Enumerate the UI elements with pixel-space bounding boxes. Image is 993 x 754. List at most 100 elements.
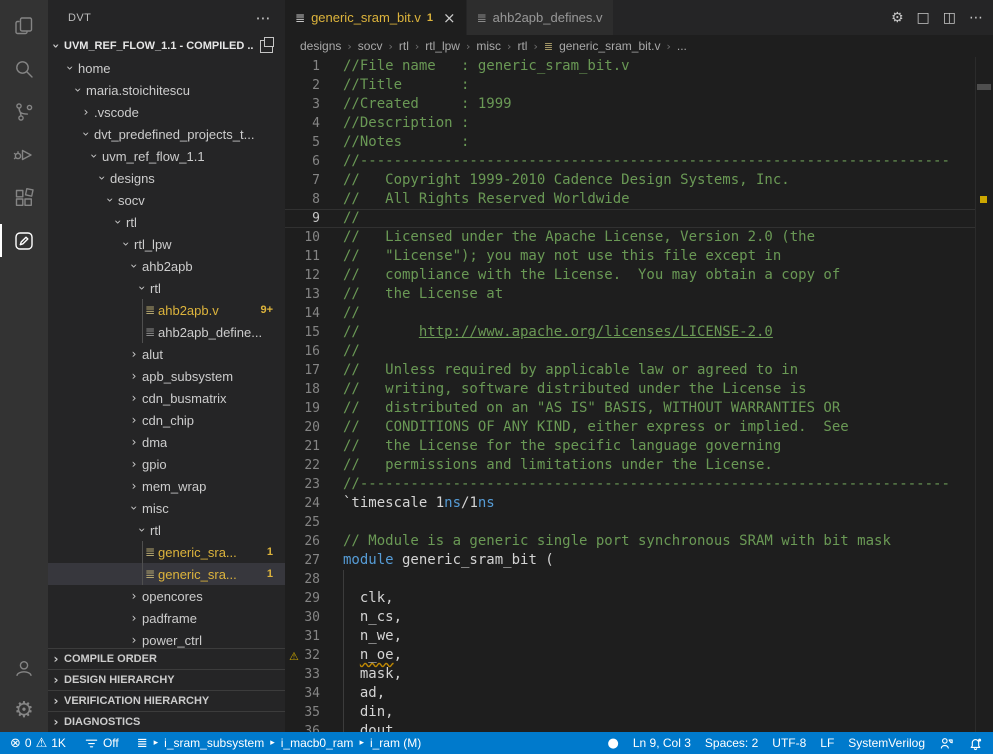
activity-bar-item-settings[interactable]: ⚙ xyxy=(0,689,48,732)
code-line[interactable]: 3//Created : 1999 xyxy=(285,95,975,114)
code-line[interactable]: 8// All Rights Reserved Worldwide xyxy=(285,190,975,209)
open-editors-icon[interactable] xyxy=(260,40,273,53)
code-line[interactable]: 22// permissions and limitations under t… xyxy=(285,456,975,475)
panel-header-verification-hierarchy[interactable]: ›VERIFICATION HIERARCHY xyxy=(48,690,285,711)
tree-item-ahb2apb[interactable]: ›ahb2apb xyxy=(48,255,285,277)
code-line[interactable]: 35 din, xyxy=(285,703,975,722)
code-line[interactable]: 1//File name : generic_sram_bit.v xyxy=(285,57,975,76)
tree-item-rtl[interactable]: ›rtl xyxy=(48,277,285,299)
code-line[interactable]: 13// the License at xyxy=(285,285,975,304)
progress-circle-icon[interactable]: ● xyxy=(608,737,619,750)
code-line[interactable]: 26// Module is a generic single port syn… xyxy=(285,532,975,551)
bell-icon[interactable] xyxy=(968,736,983,751)
code-line[interactable]: 17// Unless required by applicable law o… xyxy=(285,361,975,380)
scrollbar-thumb[interactable] xyxy=(977,84,991,90)
code-line[interactable]: 14// xyxy=(285,304,975,323)
breadcrumb-item-generic-sram-bit-v[interactable]: generic_sram_bit.v xyxy=(559,39,660,53)
dvt-filter-status[interactable]: Off xyxy=(84,736,119,751)
code-line[interactable]: 16// xyxy=(285,342,975,361)
tree-item-dma[interactable]: ›dma xyxy=(48,431,285,453)
tab-generic-sram-bit-v[interactable]: ≣generic_sram_bit.v1× xyxy=(285,0,467,35)
code-line[interactable]: 10// Licensed under the Apache License, … xyxy=(285,228,975,247)
tree-item-cdn-chip[interactable]: ›cdn_chip xyxy=(48,409,285,431)
code-line[interactable]: 18// writing, software distributed under… xyxy=(285,380,975,399)
tree-item-apb-subsystem[interactable]: ›apb_subsystem xyxy=(48,365,285,387)
tree-item-maria-stoichitescu[interactable]: ›maria.stoichitescu xyxy=(48,79,285,101)
tree-item-power-ctrl[interactable]: ›power_ctrl xyxy=(48,629,285,648)
tree-item-alut[interactable]: ›alut xyxy=(48,343,285,365)
code-line[interactable]: 31 n_we, xyxy=(285,627,975,646)
tree-item-opencores[interactable]: ›opencores xyxy=(48,585,285,607)
tree-item-generic-sra[interactable]: ≣generic_sra...1 xyxy=(48,563,285,585)
breadcrumb-item-item[interactable]: ... xyxy=(677,39,687,53)
tree-item-cdn-busmatrix[interactable]: ›cdn_busmatrix xyxy=(48,387,285,409)
layout-square-icon[interactable]: □ xyxy=(917,11,930,25)
indentation[interactable]: Spaces: 2 xyxy=(705,736,758,750)
code-line[interactable]: 4//Description : xyxy=(285,114,975,133)
tree-item-gpio[interactable]: ›gpio xyxy=(48,453,285,475)
activity-bar-item-source-control[interactable] xyxy=(0,90,48,133)
breadcrumb-item-designs[interactable]: designs xyxy=(300,39,341,53)
code-editor[interactable]: 1//File name : generic_sram_bit.v2//Titl… xyxy=(285,57,975,732)
tree-item-home[interactable]: ›home xyxy=(48,57,285,79)
close-icon[interactable]: × xyxy=(443,9,456,27)
code-line[interactable]: 29 clk, xyxy=(285,589,975,608)
encoding[interactable]: UTF-8 xyxy=(772,736,806,750)
panel-header-design-hierarchy[interactable]: ›DESIGN HIERARCHY xyxy=(48,669,285,690)
breadcrumb-item-misc[interactable]: misc xyxy=(476,39,501,53)
breadcrumb-item-socv[interactable]: socv xyxy=(358,39,383,53)
code-line[interactable]: 15// http://www.apache.org/licenses/LICE… xyxy=(285,323,975,342)
more-actions-icon[interactable]: ⋯ xyxy=(969,11,983,25)
tree-item-ahb2apb-define[interactable]: ≣ahb2apb_define... xyxy=(48,321,285,343)
activity-bar-item-explorer[interactable] xyxy=(0,4,48,47)
panel-header-compile-order[interactable]: ›COMPILE ORDER xyxy=(48,648,285,669)
code-line[interactable]: 34 ad, xyxy=(285,684,975,703)
code-line[interactable]: 30 n_cs, xyxy=(285,608,975,627)
breadcrumb-item-rtl-lpw[interactable]: rtl_lpw xyxy=(425,39,460,53)
code-line[interactable]: 24`timescale 1ns/1ns xyxy=(285,494,975,513)
tab-ahb2apb-defines-v[interactable]: ≣ahb2apb_defines.v xyxy=(467,0,614,35)
code-line[interactable]: 5//Notes : xyxy=(285,133,975,152)
more-actions-icon[interactable]: ⋯ xyxy=(256,9,271,27)
language-mode[interactable]: SystemVerilog xyxy=(848,736,925,750)
tree-item-rtl-lpw[interactable]: ›rtl_lpw xyxy=(48,233,285,255)
tree-item-ahb2apb-v[interactable]: ≣ahb2apb.v9+ xyxy=(48,299,285,321)
activity-bar-item-search[interactable] xyxy=(0,47,48,90)
design-hierarchy-path[interactable]: ≣▸i_sram_subsystem▸i_macb0_ram▸i_ram (M) xyxy=(137,736,422,750)
tree-item-vscode[interactable]: ›.vscode xyxy=(48,101,285,123)
activity-bar-item-run-debug[interactable] xyxy=(0,133,48,176)
code-line[interactable]: 19// distributed on an "AS IS" BASIS, WI… xyxy=(285,399,975,418)
code-line[interactable]: 21// the License for the specific langua… xyxy=(285,437,975,456)
tree-item-dvt-predefined-projects-t[interactable]: ›dvt_predefined_projects_t... xyxy=(48,123,285,145)
code-line[interactable]: 23//------------------------------------… xyxy=(285,475,975,494)
panel-header-diagnostics[interactable]: ›DIAGNOSTICS xyxy=(48,711,285,732)
tree-item-rtl[interactable]: ›rtl xyxy=(48,211,285,233)
code-line[interactable]: 28 xyxy=(285,570,975,589)
feedback-icon[interactable] xyxy=(939,736,954,751)
code-line[interactable]: 7// Copyright 1999-2010 Cadence Design S… xyxy=(285,171,975,190)
problems-status[interactable]: ⊗0⚠1K xyxy=(10,736,66,750)
tree-item-padframe[interactable]: ›padframe xyxy=(48,607,285,629)
breadcrumb-item-rtl[interactable]: rtl xyxy=(517,39,527,53)
code-line[interactable]: 36 dout xyxy=(285,722,975,732)
code-line[interactable]: ⚠32 n_oe, xyxy=(285,646,975,665)
code-line[interactable]: 20// CONDITIONS OF ANY KIND, either expr… xyxy=(285,418,975,437)
breadcrumb-item-rtl[interactable]: rtl xyxy=(399,39,409,53)
eol[interactable]: LF xyxy=(820,736,834,750)
tree-item-socv[interactable]: ›socv xyxy=(48,189,285,211)
activity-bar-item-accounts[interactable] xyxy=(0,646,48,689)
activity-bar-item-extensions[interactable] xyxy=(0,176,48,219)
tree-item-uvm-ref-flow-1-1[interactable]: ›uvm_ref_flow_1.1 xyxy=(48,145,285,167)
code-line[interactable]: 9// xyxy=(285,209,975,228)
settings-gear-icon[interactable]: ⚙ xyxy=(891,11,904,25)
tree-item-rtl[interactable]: ›rtl xyxy=(48,519,285,541)
cursor-position[interactable]: Ln 9, Col 3 xyxy=(633,736,691,750)
split-editor-icon[interactable]: ◫ xyxy=(943,11,956,25)
code-line[interactable]: 12// compliance with the License. You ma… xyxy=(285,266,975,285)
code-line[interactable]: 2//Title : xyxy=(285,76,975,95)
code-line[interactable]: 11// "License"); you may not use this fi… xyxy=(285,247,975,266)
code-line[interactable]: 27module generic_sram_bit ( xyxy=(285,551,975,570)
tree-item-designs[interactable]: ›designs xyxy=(48,167,285,189)
activity-bar-item-dvt[interactable] xyxy=(0,219,48,262)
tree-item-mem-wrap[interactable]: ›mem_wrap xyxy=(48,475,285,497)
